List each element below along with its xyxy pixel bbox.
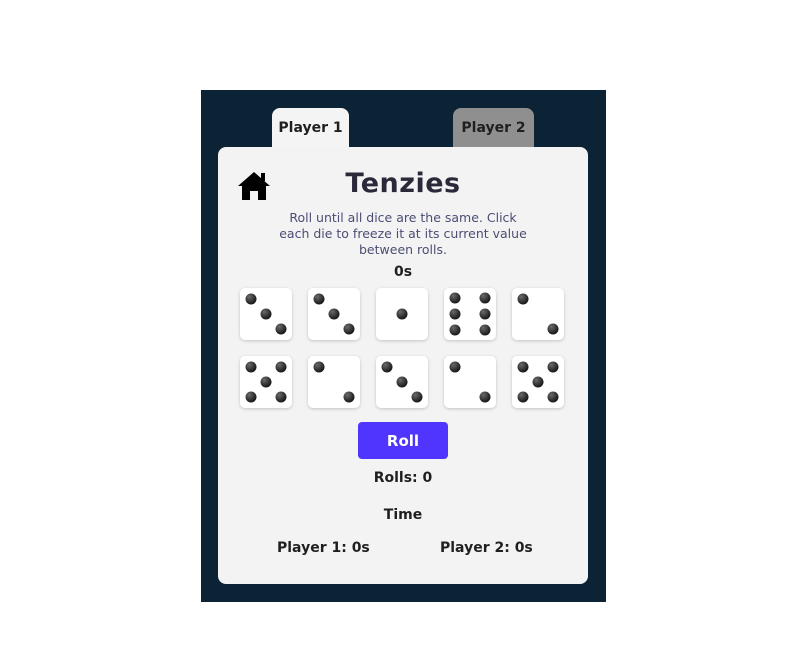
instructions-text: Roll until all dice are the same. Click … <box>279 210 527 257</box>
die-pip <box>381 361 393 373</box>
die-pip <box>245 361 257 373</box>
die-pip <box>547 323 559 335</box>
die-pip <box>343 391 355 403</box>
die-8[interactable] <box>376 356 428 408</box>
die-pip <box>313 361 325 373</box>
game-timer: 0s <box>393 264 413 280</box>
die-pip <box>411 391 423 403</box>
die-pip <box>479 391 491 403</box>
die-pip <box>449 292 461 304</box>
roll-button[interactable]: Roll <box>358 422 448 459</box>
die-pip <box>260 376 272 388</box>
die-pip <box>532 376 544 388</box>
die-pip <box>479 324 491 336</box>
tab-player-1[interactable]: Player 1 <box>272 108 349 148</box>
die-pip <box>479 308 491 320</box>
die-pip <box>275 323 287 335</box>
die-5[interactable] <box>512 288 564 340</box>
die-9[interactable] <box>444 356 496 408</box>
die-pip <box>260 308 272 320</box>
time-heading: Time <box>383 507 423 523</box>
die-2[interactable] <box>308 288 360 340</box>
die-4[interactable] <box>444 288 496 340</box>
game-frame: Player 1 Player 2 Tenzies Roll until all… <box>201 90 606 602</box>
die-pip <box>449 308 461 320</box>
die-pip <box>343 323 355 335</box>
die-pip <box>313 293 325 305</box>
die-7[interactable] <box>308 356 360 408</box>
die-pip <box>396 308 408 320</box>
die-3[interactable] <box>376 288 428 340</box>
die-6[interactable] <box>240 356 292 408</box>
die-pip <box>275 361 287 373</box>
die-pip <box>449 324 461 336</box>
player-2-time: Player 2: 0s <box>440 540 533 556</box>
die-pip <box>275 391 287 403</box>
die-pip <box>449 361 461 373</box>
dice-grid <box>240 288 566 408</box>
die-pip <box>245 293 257 305</box>
game-card: Tenzies Roll until all dice are the same… <box>218 147 588 584</box>
die-pip <box>396 376 408 388</box>
die-pip <box>245 391 257 403</box>
die-pip <box>517 391 529 403</box>
die-1[interactable] <box>240 288 292 340</box>
player-1-time: Player 1: 0s <box>277 540 370 556</box>
die-pip <box>547 361 559 373</box>
die-pip <box>517 293 529 305</box>
die-pip <box>547 391 559 403</box>
die-pip <box>479 292 491 304</box>
page-title: Tenzies <box>345 168 461 199</box>
rolls-counter: Rolls: 0 <box>373 470 433 486</box>
tab-player-2[interactable]: Player 2 <box>453 108 534 148</box>
die-pip <box>517 361 529 373</box>
die-10[interactable] <box>512 356 564 408</box>
die-pip <box>328 308 340 320</box>
